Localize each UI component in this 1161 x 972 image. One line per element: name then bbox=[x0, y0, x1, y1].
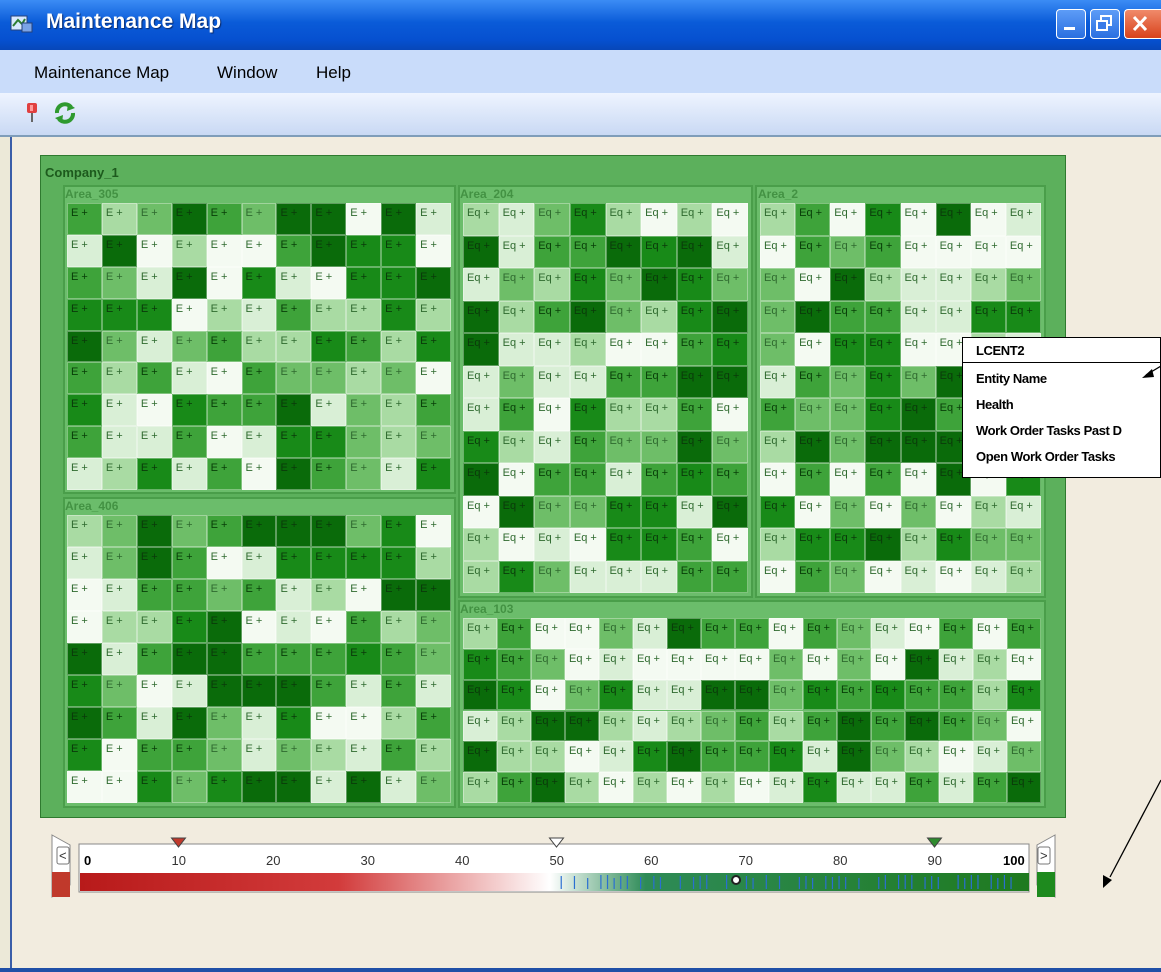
slider-tick-label: 10 bbox=[171, 853, 186, 868]
high-color-swatch bbox=[1037, 872, 1055, 897]
slider-tick-label: 60 bbox=[644, 853, 659, 868]
arrow-head-tooltip bbox=[1142, 369, 1154, 378]
app-window: Maintenance Map Maintenance Map Window H… bbox=[0, 0, 1161, 972]
slider-tick-label: 20 bbox=[266, 853, 281, 868]
slider-tick-label: 40 bbox=[455, 853, 470, 868]
slider-tick-label: 0 bbox=[84, 853, 92, 868]
health-range-slider[interactable]: < > 0 10 20 30 40 50 60 70 80 90 100 bbox=[44, 833, 1061, 898]
slider-tick-label: 50 bbox=[549, 853, 564, 868]
distribution-marker bbox=[731, 875, 742, 885]
slider-tick-label: 90 bbox=[927, 853, 942, 868]
slider-right-button-label[interactable]: > bbox=[1040, 848, 1052, 863]
slider-tick-label: 30 bbox=[360, 853, 375, 868]
low-color-swatch bbox=[52, 872, 70, 897]
healthy-range-bar bbox=[550, 873, 1029, 891]
slider-tick-label: 100 bbox=[1003, 853, 1025, 868]
slider-tick-label: 70 bbox=[738, 853, 753, 868]
unhealthy-range-bar bbox=[80, 873, 550, 891]
slider-left-button-label[interactable]: < bbox=[59, 848, 71, 863]
annotation-arrows bbox=[1103, 365, 1161, 888]
slider-tick-label: 80 bbox=[833, 853, 848, 868]
